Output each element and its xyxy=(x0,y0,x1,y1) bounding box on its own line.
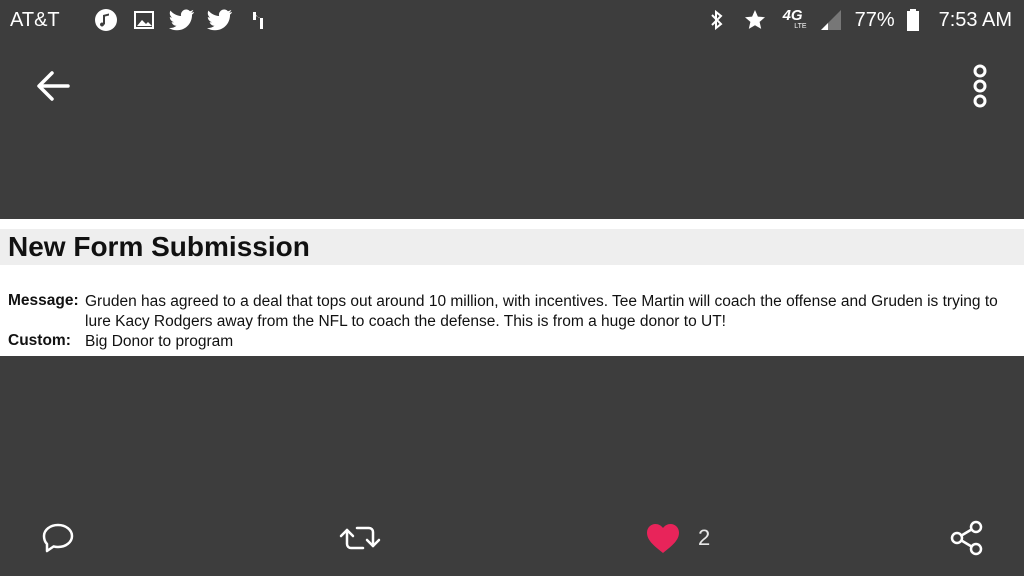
network-sub-label: LTE xyxy=(794,23,807,30)
share-icon xyxy=(950,520,983,556)
custom-label: Custom: xyxy=(8,332,71,349)
antenna-icon xyxy=(244,6,272,34)
doc-title: New Form Submission xyxy=(8,231,310,262)
network-label: 4G xyxy=(782,7,803,24)
reply-button[interactable] xyxy=(38,518,78,558)
battery-percent: 77% xyxy=(854,9,895,31)
tweet-image[interactable]: New Form Submission Message: Gruden has … xyxy=(0,219,1024,356)
4g-lte-icon: 4G LTE xyxy=(779,6,807,34)
status-bar: AT&T 4G LTE 77% 7:53 AM xyxy=(0,0,1024,42)
message-value: Gruden has agreed to a deal that tops ou… xyxy=(85,293,998,330)
more-vert-icon xyxy=(973,64,987,108)
heart-icon xyxy=(647,524,679,553)
back-button[interactable] xyxy=(28,62,76,110)
notification-icons xyxy=(92,6,272,34)
system-icons: 4G LTE 77% 7:53 AM xyxy=(703,6,1012,34)
carrier-label: AT&T xyxy=(10,9,60,31)
message-label: Message: xyxy=(8,292,79,309)
battery-icon xyxy=(905,6,921,34)
custom-value: Big Donor to program xyxy=(85,333,234,350)
like-button[interactable]: 2 xyxy=(644,518,710,558)
tweet-actions: 2 xyxy=(0,510,1024,570)
image-icon xyxy=(130,6,158,34)
retweet-icon xyxy=(339,526,381,550)
bluetooth-icon xyxy=(703,6,731,34)
retweet-button[interactable] xyxy=(338,518,382,558)
share-button[interactable] xyxy=(948,518,986,558)
back-arrow-icon xyxy=(37,71,70,101)
music-note-icon xyxy=(92,6,120,34)
signal-icon xyxy=(817,6,845,34)
twitter-icon xyxy=(206,6,234,34)
star-icon xyxy=(741,6,769,34)
twitter-icon xyxy=(168,6,196,34)
reply-icon xyxy=(42,523,74,553)
like-count: 2 xyxy=(698,525,711,550)
more-options-button[interactable] xyxy=(956,60,1004,112)
clock: 7:53 AM xyxy=(938,9,1012,31)
